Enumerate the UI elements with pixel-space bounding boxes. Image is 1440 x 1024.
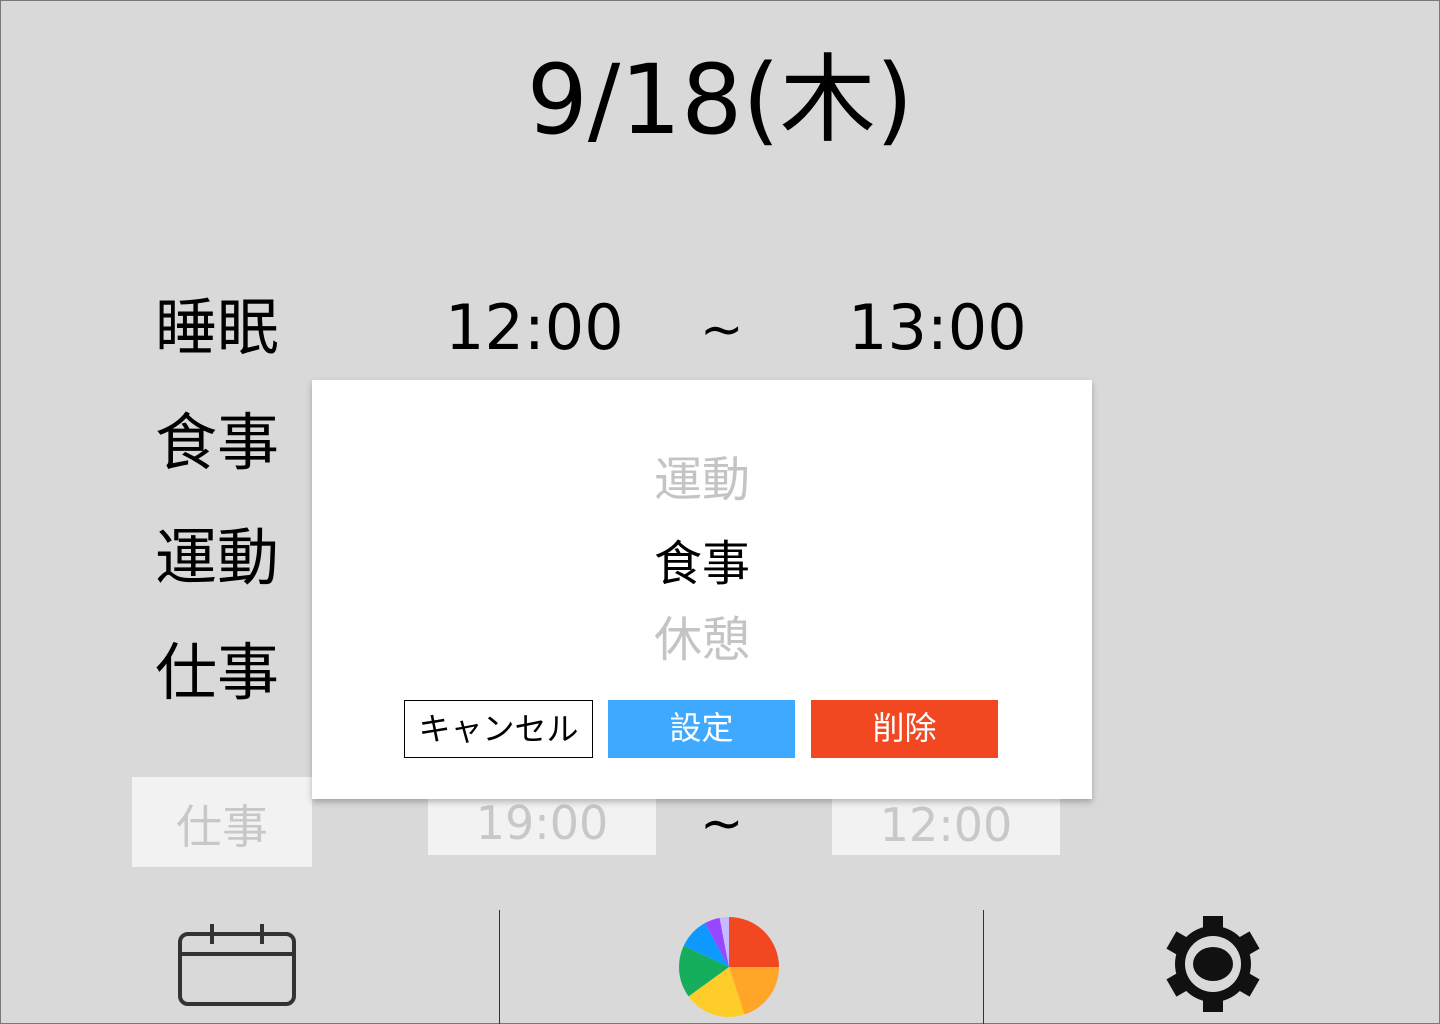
calendar-icon[interactable] [176,922,298,1008]
new-entry-end-field[interactable]: 12:00 [832,792,1060,855]
page-title-date: 9/18(木) [526,44,914,156]
gear-icon[interactable] [1156,914,1270,1014]
entry-label-work[interactable]: 仕事 [155,633,279,713]
set-button[interactable]: 設定 [608,700,795,758]
delete-button[interactable]: 削除 [811,700,998,758]
picker-option-below[interactable]: 休憩 [312,608,1092,672]
entry-label-meal[interactable]: 食事 [155,403,279,483]
nav-divider [983,910,984,1024]
nav-divider [499,910,500,1024]
entry-label-sleep[interactable]: 睡眠 [155,288,279,368]
entry-label-exercise[interactable]: 運動 [155,518,279,598]
new-entry-category-field[interactable]: 仕事 [132,777,312,867]
entry-end-time[interactable]: 13:00 [848,288,1027,368]
time-range-separator: ~ [700,300,744,360]
entry-start-time[interactable]: 12:00 [445,288,624,368]
pie-chart-icon[interactable] [678,916,780,1018]
picker-option-above[interactable]: 運動 [312,448,1092,512]
picker-option-selected[interactable]: 食事 [312,532,1092,596]
cancel-button[interactable]: キャンセル [404,700,593,758]
new-entry-start-field[interactable]: 19:00 [428,792,656,855]
pie-icon-slice [729,917,779,967]
category-picker-dialog: 運動 食事 休憩 キャンセル 設定 削除 [312,380,1092,799]
